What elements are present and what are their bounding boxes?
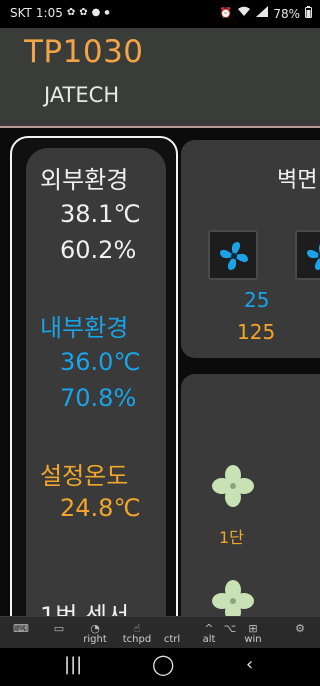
alarm-icon: ⏰ [219,7,233,19]
keyboard-button[interactable]: ⌨ [6,619,36,647]
win-button[interactable]: ⊞ win [240,619,266,647]
toolbar-label: ctrl [163,634,181,645]
toolbar-label: right [83,634,107,645]
signal-icon [256,6,269,21]
stage-label: 1단 [219,528,244,547]
clock: 1:05 [35,6,63,20]
status-bar: SKT 1:05 ✿ ✿ ● ● ⏰ 78% [0,0,320,28]
wall-title: 벽면 [277,168,318,193]
outside-humidity: 60.2% [60,236,137,264]
toolbar-label: alt [202,634,216,645]
gear-icon: ✿ [79,7,88,18]
right-click-button[interactable]: ◔ right [80,619,110,647]
alt-button[interactable]: ^ alt [196,619,222,647]
setpoint-label: 설정온도 [40,462,129,490]
outside-label: 외부환경 [40,166,129,194]
main-content: 외부환경 38.1℃ 60.2% 내부환경 36.0℃ 70.8% 설정온도 2… [0,128,320,616]
battery-level: 78% [273,6,300,21]
wifi-icon [237,6,251,21]
keypad-icon: ▭ [53,622,65,635]
fan-leaf-icon[interactable] [211,464,255,512]
inside-humidity: 70.8% [60,384,137,412]
app-header: TP1030 JATECH [0,28,320,126]
dot-icon: ● [104,9,110,16]
brand-subtitle: JATECH [44,83,120,107]
device-title: TP1030 [24,34,144,70]
back-icon[interactable]: ‹ [246,654,253,675]
carrier-label: SKT [10,6,32,20]
environment-panel: 외부환경 38.1℃ 60.2% 내부환경 36.0℃ 70.8% 설정온도 2… [10,136,178,616]
setpoint-temperature: 24.8℃ [60,494,141,522]
gear-icon: ⚙ [295,622,305,635]
chat-bubble-icon: ● [91,7,101,18]
environment-panel-inner: 외부환경 38.1℃ 60.2% 내부환경 36.0℃ 70.8% 설정온도 2… [26,148,166,616]
home-icon[interactable]: ◯ [152,652,174,676]
option-icon: ⌥ [223,622,237,635]
ctrl-button[interactable]: ctrl [158,619,186,647]
inside-label: 내부환경 [40,314,129,342]
android-nav-bar: ||| ◯ ‹ [0,648,320,686]
outside-temperature: 38.1℃ [60,200,141,228]
stage-panel: 1단 [181,374,320,616]
fan-value: 25 [244,288,270,312]
gear-icon: ✿ [66,7,76,18]
inside-temperature: 36.0℃ [60,348,141,376]
fan-icon [220,242,248,270]
remote-toolbar: ⌨ ▭ ◔ right ☝ tchpd ctrl ^ alt ⌥ ⊞ win ⚙ [0,616,320,648]
battery-icon [305,6,312,21]
settings-button[interactable]: ⚙ [288,619,312,647]
toolbar-label: win [244,634,262,645]
fan-button-2[interactable] [295,230,320,280]
touchpad-button[interactable]: ☝ tchpd [120,619,154,647]
fan-value-secondary: 125 [237,320,276,344]
recent-apps-icon[interactable]: ||| [64,654,82,675]
option-button[interactable]: ⌥ [220,619,240,647]
toolbar-label: tchpd [122,634,152,645]
keyboard-icon: ⌨ [13,622,29,635]
keypad-button[interactable]: ▭ [44,619,74,647]
sensor-label: 1번 센서 [40,602,130,616]
fan-icon [307,244,320,270]
fan-leaf-icon[interactable] [211,579,255,616]
wall-fan-panel: 벽면 25 125 [181,140,320,358]
fan-button-1[interactable] [208,230,258,280]
